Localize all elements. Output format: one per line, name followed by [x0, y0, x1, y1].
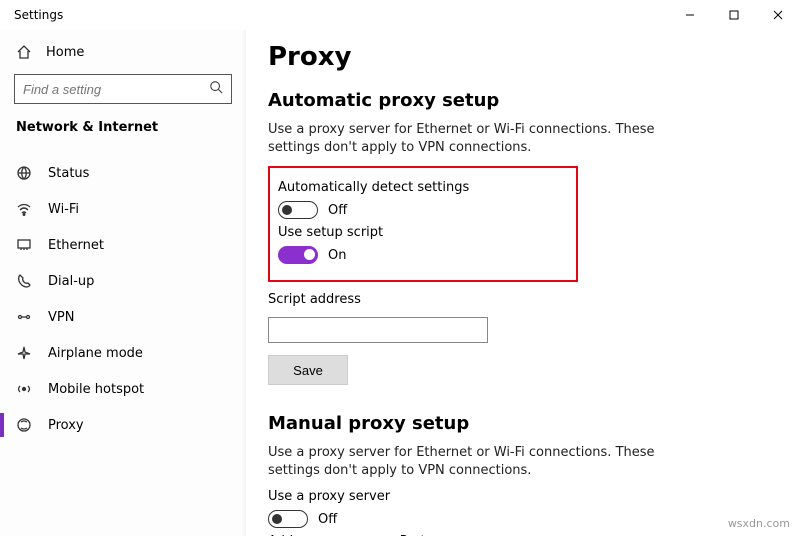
- script-toggle[interactable]: [278, 246, 318, 264]
- sidebar-item-label: Wi-Fi: [48, 202, 79, 217]
- sidebar-item-hotspot[interactable]: Mobile hotspot: [14, 371, 232, 407]
- use-proxy-state: Off: [318, 512, 337, 527]
- phone-icon: [16, 273, 32, 289]
- sidebar-item-vpn[interactable]: VPN: [14, 299, 232, 335]
- sidebar-item-wifi[interactable]: Wi-Fi: [14, 191, 232, 227]
- ethernet-icon: [16, 237, 32, 253]
- sidebar-item-label: Proxy: [48, 418, 84, 433]
- wifi-icon: [16, 201, 32, 217]
- sidebar-item-dialup[interactable]: Dial-up: [14, 263, 232, 299]
- sidebar-item-airplane[interactable]: Airplane mode: [14, 335, 232, 371]
- highlight-box: Automatically detect settings Off Use se…: [268, 166, 578, 282]
- home-icon: [16, 44, 32, 60]
- page-title: Proxy: [268, 42, 760, 72]
- close-button[interactable]: [756, 0, 800, 30]
- sidebar-item-label: Ethernet: [48, 238, 104, 253]
- section-title: Network & Internet: [14, 120, 232, 135]
- manual-heading: Manual proxy setup: [268, 413, 760, 434]
- globe-icon: [16, 165, 32, 181]
- sidebar-item-label: VPN: [48, 310, 74, 325]
- manual-desc: Use a proxy server for Ethernet or Wi-Fi…: [268, 444, 688, 479]
- maximize-button[interactable]: [712, 0, 756, 30]
- home-label: Home: [46, 45, 84, 60]
- search-input-container[interactable]: [14, 74, 232, 104]
- home-button[interactable]: Home: [14, 36, 232, 74]
- script-address-input[interactable]: [268, 317, 488, 343]
- hotspot-icon: [16, 381, 32, 397]
- proxy-icon: [16, 417, 32, 433]
- window-title: Settings: [14, 8, 63, 22]
- auto-heading: Automatic proxy setup: [268, 90, 760, 111]
- sidebar-item-label: Status: [48, 166, 89, 181]
- detect-label: Automatically detect settings: [278, 180, 568, 195]
- watermark: wsxdn.com: [728, 517, 790, 530]
- vpn-icon: [16, 309, 32, 325]
- search-icon: [209, 80, 223, 98]
- minimize-button[interactable]: [668, 0, 712, 30]
- airplane-icon: [16, 345, 32, 361]
- script-label: Use setup script: [278, 225, 568, 240]
- sidebar-item-status[interactable]: Status: [14, 155, 232, 191]
- sidebar-item-label: Dial-up: [48, 274, 94, 289]
- detect-toggle[interactable]: [278, 201, 318, 219]
- script-state: On: [328, 248, 346, 263]
- use-proxy-toggle[interactable]: [268, 510, 308, 528]
- sidebar-item-proxy[interactable]: Proxy: [14, 407, 232, 443]
- use-proxy-label: Use a proxy server: [268, 489, 760, 504]
- search-input[interactable]: [23, 82, 209, 97]
- save-button[interactable]: Save: [268, 355, 348, 385]
- script-addr-label: Script address: [268, 292, 760, 307]
- detect-state: Off: [328, 203, 347, 218]
- sidebar-item-ethernet[interactable]: Ethernet: [14, 227, 232, 263]
- sidebar-item-label: Airplane mode: [48, 346, 143, 361]
- auto-desc: Use a proxy server for Ethernet or Wi-Fi…: [268, 121, 688, 156]
- sidebar-item-label: Mobile hotspot: [48, 382, 144, 397]
